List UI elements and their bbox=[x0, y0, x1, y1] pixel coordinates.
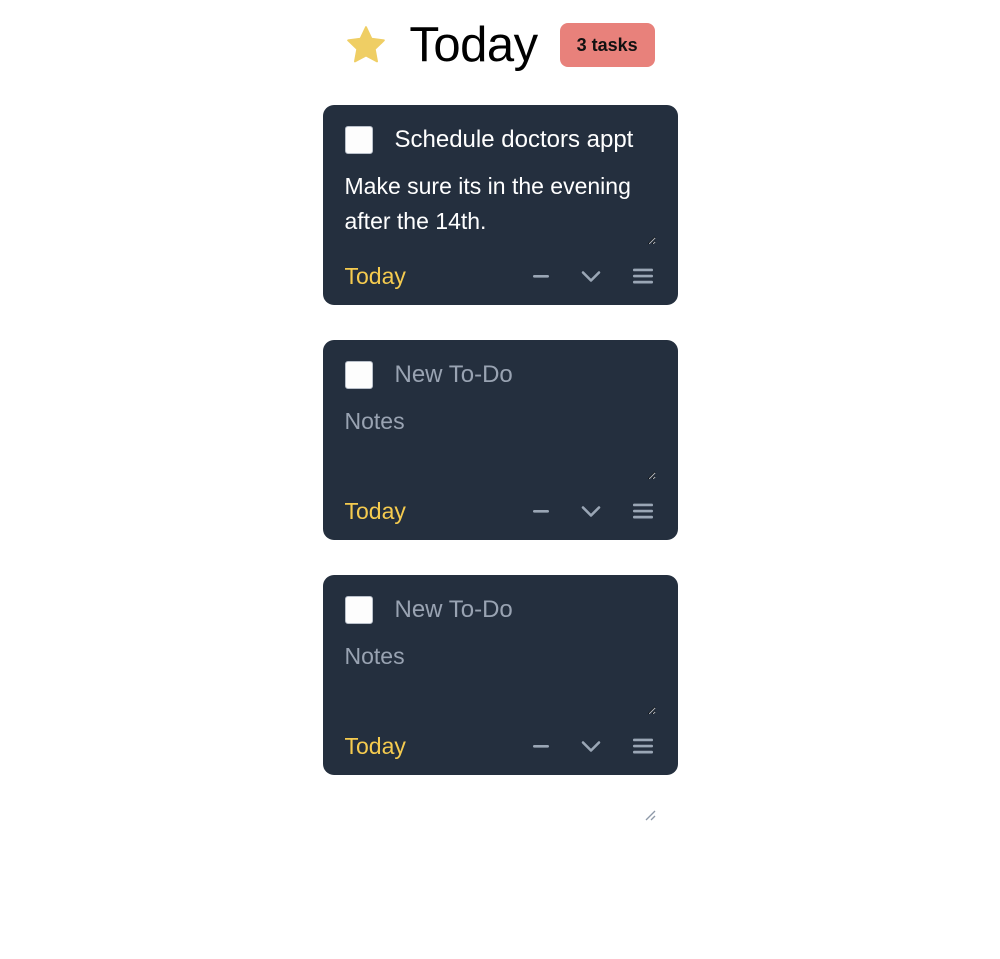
page-title: Today bbox=[409, 17, 538, 72]
task-title-row bbox=[344, 595, 656, 625]
chevron-down-icon[interactable] bbox=[578, 263, 604, 289]
task-footer: Today bbox=[345, 498, 656, 524]
minus-icon[interactable] bbox=[530, 500, 552, 522]
task-card[interactable]: Today bbox=[322, 575, 678, 821]
hamburger-menu-icon[interactable] bbox=[630, 498, 656, 524]
hamburger-menu-icon[interactable] bbox=[630, 733, 656, 759]
task-card[interactable]: Today bbox=[322, 340, 678, 586]
task-footer: Today bbox=[345, 733, 656, 759]
minus-icon[interactable] bbox=[530, 265, 552, 287]
notes-resize-handle[interactable] bbox=[642, 807, 656, 821]
task-complete-checkbox[interactable] bbox=[344, 596, 373, 624]
page-header: Today 3 tasks bbox=[0, 0, 1000, 90]
task-title-row bbox=[344, 360, 656, 390]
task-complete-checkbox[interactable] bbox=[344, 361, 373, 389]
chevron-down-icon[interactable] bbox=[578, 733, 604, 759]
task-due-date[interactable]: Today bbox=[345, 734, 406, 758]
task-actions bbox=[530, 498, 656, 524]
task-due-date[interactable]: Today bbox=[345, 499, 406, 523]
task-list: Today bbox=[322, 105, 678, 821]
task-notes-input[interactable] bbox=[344, 169, 656, 245]
star-icon bbox=[345, 24, 387, 66]
todo-app: Today 3 tasks Today bbox=[0, 0, 1000, 959]
task-title-input[interactable] bbox=[394, 360, 656, 390]
hamburger-menu-icon[interactable] bbox=[630, 263, 656, 289]
task-title-row bbox=[344, 125, 656, 155]
task-notes-input[interactable] bbox=[344, 639, 656, 715]
task-notes-input[interactable] bbox=[344, 404, 656, 480]
task-title-input[interactable] bbox=[394, 595, 656, 625]
task-actions bbox=[530, 263, 656, 289]
minus-icon[interactable] bbox=[530, 735, 552, 757]
task-card[interactable]: Today bbox=[322, 105, 678, 351]
task-footer: Today bbox=[345, 263, 656, 289]
task-due-date[interactable]: Today bbox=[345, 264, 406, 288]
task-title-input[interactable] bbox=[394, 125, 656, 155]
chevron-down-icon[interactable] bbox=[578, 498, 604, 524]
task-actions bbox=[530, 733, 656, 759]
task-count-badge[interactable]: 3 tasks bbox=[559, 23, 655, 67]
task-complete-checkbox[interactable] bbox=[344, 126, 373, 154]
